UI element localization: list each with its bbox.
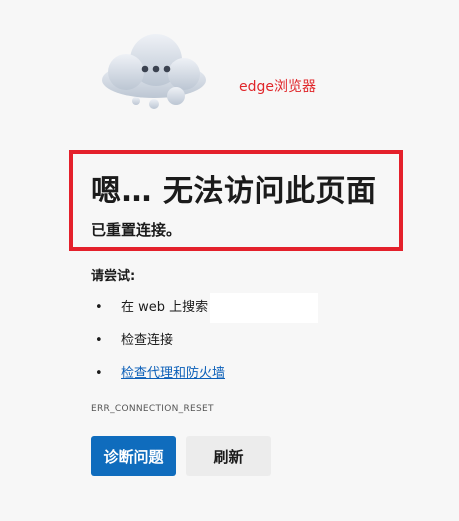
cloud-icon xyxy=(102,34,206,109)
error-subtitle: 已重置连接。 xyxy=(91,221,182,239)
suggestion-check-connection-text: 检查连接 xyxy=(121,333,174,348)
suggestion-check-connection: • 检查连接 xyxy=(95,329,318,362)
page-title: 嗯… 无法访问此页面 xyxy=(91,174,377,209)
diagnose-button[interactable]: 诊断问题 xyxy=(91,436,176,476)
try-label: 请尝试: xyxy=(91,269,136,284)
bullet-icon: • xyxy=(95,366,103,381)
annotation-label: edge浏览器 xyxy=(239,79,316,95)
suggestion-search: • 在 web 上搜索 xyxy=(95,293,319,329)
suggestion-check-proxy: • 检查代理和防火墙 xyxy=(95,362,318,395)
bullet-icon: • xyxy=(95,300,103,315)
search-input[interactable] xyxy=(210,293,319,323)
check-proxy-link[interactable]: 检查代理和防火墙 xyxy=(121,362,225,386)
refresh-button[interactable]: 刷新 xyxy=(186,436,271,476)
suggestion-list: • 在 web 上搜索 • 检查连接 • 检查代理和防火墙 xyxy=(95,293,319,395)
suggestion-search-text: 在 web 上搜索 xyxy=(121,300,209,315)
error-code: ERR_CONNECTION_RESET xyxy=(91,404,214,414)
bullet-icon: • xyxy=(95,333,103,348)
